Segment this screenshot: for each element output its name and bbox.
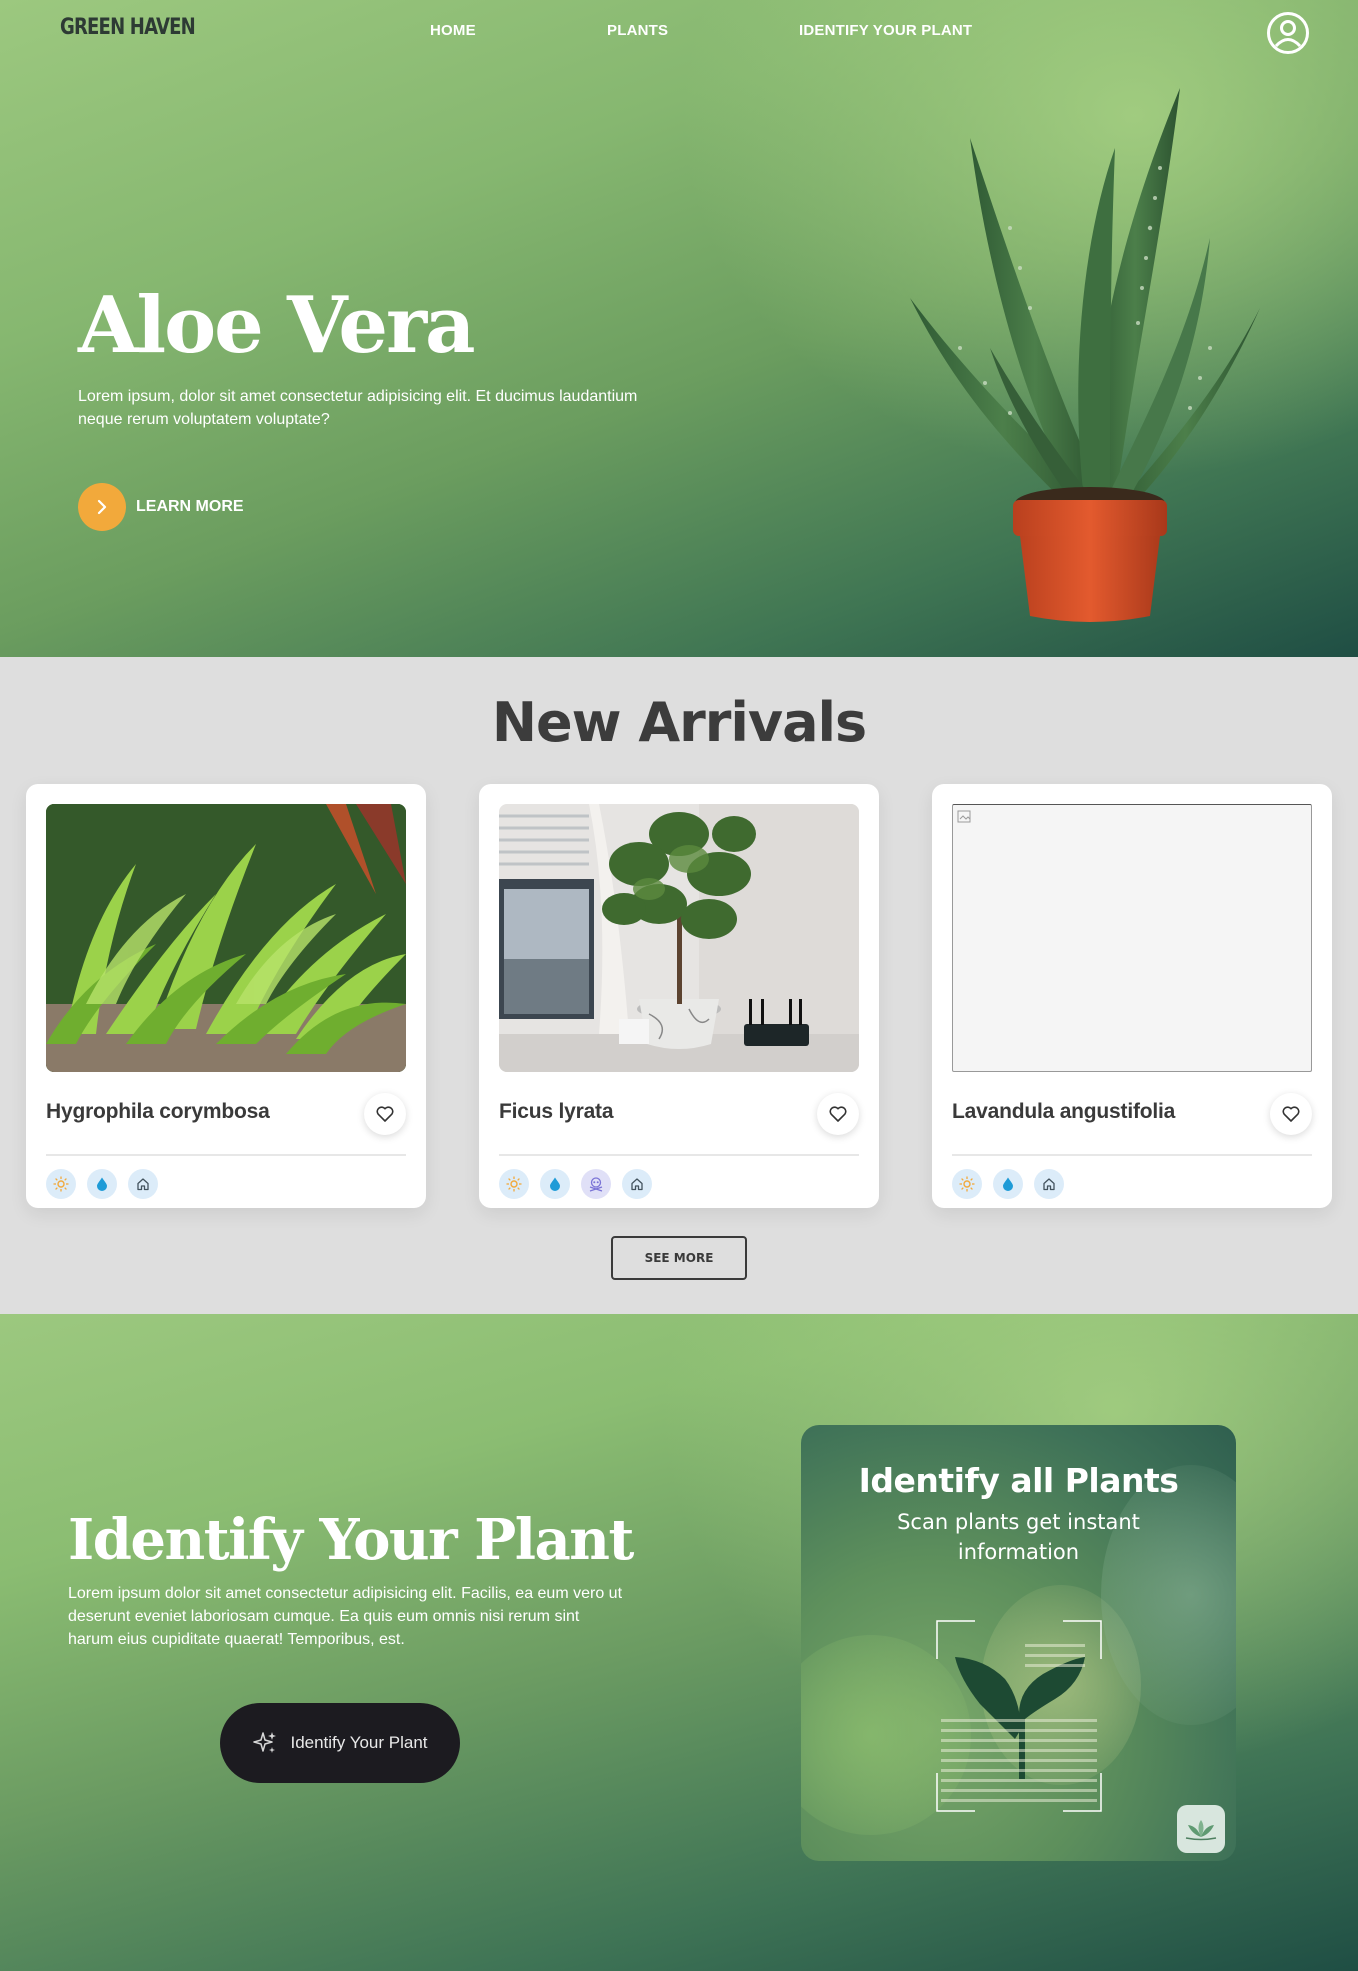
sun-icon bbox=[952, 1169, 982, 1199]
new-arrivals-section: New Arrivals Hygrophila corymbosa Ficus … bbox=[0, 657, 1358, 1314]
card-divider bbox=[46, 1154, 406, 1156]
card-divider bbox=[499, 1154, 859, 1156]
identify-section: Identify Your Plant Lorem ipsum dolor si… bbox=[0, 1314, 1358, 1971]
house-icon bbox=[128, 1169, 158, 1199]
plant-card[interactable]: Hygrophila corymbosa bbox=[26, 784, 426, 1208]
sparkle-icon bbox=[253, 1732, 277, 1753]
favorite-heart-icon[interactable] bbox=[1270, 1093, 1312, 1135]
site-logo[interactable]: GREEN HAVEN bbox=[60, 15, 196, 40]
identify-plant-button[interactable]: Identify Your Plant bbox=[220, 1703, 460, 1783]
scan-frame-icon bbox=[936, 1620, 1102, 1812]
favorite-heart-icon[interactable] bbox=[364, 1093, 406, 1135]
card-divider bbox=[952, 1154, 1312, 1156]
sun-icon bbox=[499, 1169, 529, 1199]
identify-title: Identify Your Plant bbox=[68, 1507, 634, 1573]
care-badges bbox=[499, 1169, 663, 1199]
plant-name: Ficus lyrata bbox=[499, 1100, 614, 1123]
hero-section: GREEN HAVEN HOME PLANTS IDENTIFY YOUR PL… bbox=[0, 0, 1358, 657]
top-navbar: GREEN HAVEN HOME PLANTS IDENTIFY YOUR PL… bbox=[0, 0, 1358, 64]
care-badges bbox=[46, 1169, 169, 1199]
user-account-icon[interactable] bbox=[1266, 11, 1310, 55]
hero-title: Aloe Vera bbox=[78, 280, 476, 371]
plant-card[interactable]: Ficus lyrata bbox=[479, 784, 879, 1208]
nav-link-home[interactable]: HOME bbox=[430, 22, 476, 39]
plant-scan-card: Identify all Plants Scan plants get inst… bbox=[801, 1425, 1236, 1861]
section-title: New Arrivals bbox=[491, 691, 867, 754]
broken-image-icon bbox=[957, 810, 971, 823]
favorite-heart-icon[interactable] bbox=[817, 1093, 859, 1135]
identify-button-label: Identify Your Plant bbox=[290, 1733, 428, 1752]
hero-description: Lorem ipsum, dolor sit amet consectetur … bbox=[78, 388, 638, 428]
plant-name: Hygrophila corymbosa bbox=[46, 1100, 270, 1123]
plant-card[interactable]: Lavandula angustifolia bbox=[932, 784, 1332, 1208]
water-drop-icon bbox=[993, 1169, 1023, 1199]
sun-icon bbox=[46, 1169, 76, 1199]
care-badges bbox=[952, 1169, 1075, 1199]
scan-card-subtitle: Scan plants get instant information bbox=[897, 1510, 1140, 1564]
house-icon bbox=[622, 1169, 652, 1199]
learn-more-button[interactable]: LEARN MORE bbox=[78, 483, 244, 531]
nav-link-plants[interactable]: PLANTS bbox=[607, 22, 668, 39]
lotus-app-icon[interactable] bbox=[1177, 1805, 1225, 1853]
house-icon bbox=[1034, 1169, 1064, 1199]
see-more-button[interactable]: SEE MORE bbox=[611, 1236, 747, 1280]
toxic-skull-icon bbox=[581, 1169, 611, 1199]
scan-card-title: Identify all Plants bbox=[858, 1461, 1179, 1500]
identify-description: Lorem ipsum dolor sit amet consectetur a… bbox=[68, 1585, 623, 1648]
chevron-right-icon bbox=[78, 483, 126, 531]
water-drop-icon bbox=[540, 1169, 570, 1199]
plant-image bbox=[46, 804, 406, 1072]
learn-more-label: LEARN MORE bbox=[136, 498, 244, 515]
water-drop-icon bbox=[87, 1169, 117, 1199]
plant-name: Lavandula angustifolia bbox=[952, 1100, 1176, 1123]
plant-image bbox=[499, 804, 859, 1072]
nav-link-identify[interactable]: IDENTIFY YOUR PLANT bbox=[799, 22, 972, 39]
aloe-vera-image bbox=[910, 88, 1260, 622]
plant-image-placeholder bbox=[952, 804, 1312, 1072]
